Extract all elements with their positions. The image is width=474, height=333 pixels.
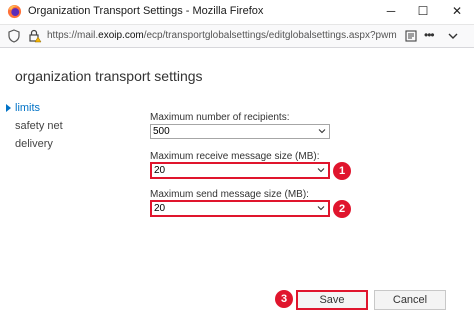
max-send-value: 20: [154, 203, 166, 214]
nav-item-delivery[interactable]: delivery: [6, 135, 63, 153]
page-title: organization transport settings: [15, 68, 203, 84]
url-prefix: https://mail.: [47, 30, 99, 41]
chevron-down-icon: [317, 206, 325, 211]
annotation-badge-3: 3: [275, 290, 293, 308]
url-host: exoip.com: [98, 30, 144, 41]
close-button[interactable]: ✕: [440, 0, 474, 22]
lock-warning-icon[interactable]: [28, 29, 42, 43]
save-button[interactable]: Save: [296, 290, 368, 310]
page-actions-menu-icon[interactable]: •••: [424, 28, 435, 42]
annotation-badge-2: 2: [333, 200, 351, 218]
address-bar[interactable]: https://mail.exoip.com/ecp/transportglob…: [0, 25, 474, 48]
nav-item-label: delivery: [15, 138, 53, 150]
minimize-button[interactable]: ─: [374, 0, 408, 22]
chevron-down-icon: [318, 129, 326, 134]
url-text[interactable]: https://mail.exoip.com/ecp/transportglob…: [47, 30, 397, 41]
nav-item-label: limits: [15, 102, 41, 114]
firefox-logo-icon: [7, 4, 22, 19]
window-titlebar: Organization Transport Settings - Mozill…: [0, 0, 474, 25]
max-send-label: Maximum send message size (MB):: [150, 189, 309, 200]
chevron-down-icon: [317, 168, 325, 173]
settings-nav: limits safety net delivery: [6, 99, 63, 153]
cancel-button[interactable]: Cancel: [374, 290, 446, 310]
max-recipients-label: Maximum number of recipients:: [150, 112, 290, 123]
max-recipients-select[interactable]: 500: [150, 124, 330, 139]
chevron-down-icon[interactable]: [446, 29, 460, 43]
max-send-select[interactable]: 20: [150, 200, 330, 217]
max-receive-value: 20: [154, 165, 166, 176]
annotation-badge-1: 1: [333, 162, 351, 180]
url-path: /ecp/transportglobalsettings/editglobals…: [143, 30, 397, 41]
window-title: Organization Transport Settings - Mozill…: [28, 5, 264, 17]
max-receive-label: Maximum receive message size (MB):: [150, 151, 320, 162]
nav-item-label: safety net: [15, 120, 63, 132]
nav-item-safety-net[interactable]: safety net: [6, 117, 63, 135]
nav-item-limits[interactable]: limits: [6, 99, 63, 117]
selected-arrow-icon: [6, 104, 11, 112]
reader-view-icon[interactable]: [404, 29, 418, 43]
shield-icon[interactable]: [7, 29, 21, 43]
maximize-button[interactable]: ☐: [406, 0, 440, 22]
max-receive-select[interactable]: 20: [150, 162, 330, 179]
max-recipients-value: 500: [153, 126, 170, 137]
